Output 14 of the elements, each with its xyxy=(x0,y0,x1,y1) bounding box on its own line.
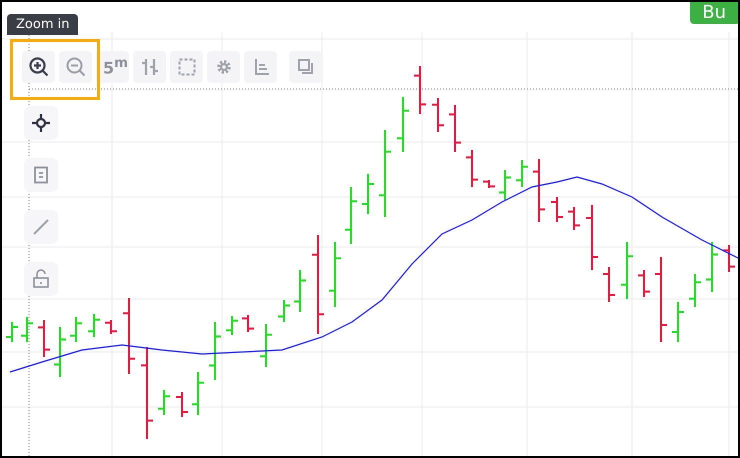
zoom-out-icon[interactable] xyxy=(64,56,86,78)
square-icon[interactable] xyxy=(289,51,322,83)
zoom-in-icon[interactable] xyxy=(28,56,50,78)
crosshair-icon[interactable] xyxy=(24,106,58,140)
buy-button[interactable]: Bu xyxy=(690,2,738,24)
interval-button[interactable]: 5$^{m}$ xyxy=(96,51,129,83)
settings-icon[interactable] xyxy=(207,51,240,83)
tooltip: Zoom in xyxy=(7,14,78,35)
selection-icon[interactable] xyxy=(170,51,203,83)
document-icon[interactable] xyxy=(24,158,58,192)
zoom-in-button[interactable] xyxy=(22,51,55,83)
axis-icon[interactable] xyxy=(244,51,277,83)
unlock-icon[interactable] xyxy=(24,262,58,296)
bars-icon[interactable] xyxy=(133,51,166,83)
